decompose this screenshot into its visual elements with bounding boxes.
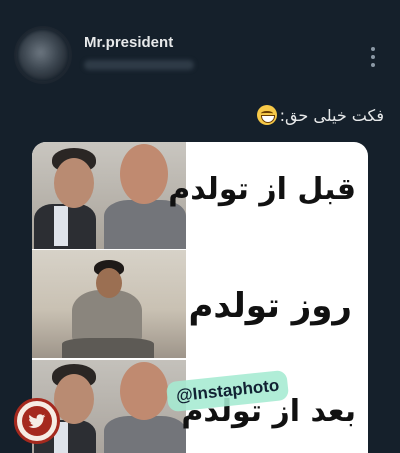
photo-laughing-men-top: [32, 142, 186, 249]
meme-line-before: قبل از تولدم: [168, 172, 356, 207]
figure: [104, 416, 186, 453]
avatar[interactable]: [18, 30, 68, 80]
more-dot: [371, 47, 375, 51]
grinning-sweat-emoji-icon: [256, 105, 277, 125]
caption-text: فکت خیلی حق:: [279, 105, 384, 125]
more-vertical-icon[interactable]: [370, 47, 376, 67]
face: [120, 362, 168, 420]
post-caption: فکت خیلی حق:: [256, 105, 384, 125]
figure: [104, 200, 186, 249]
meme-image[interactable]: قبل از تولدم روز تولدم بعد از تولدم @Ins…: [32, 142, 368, 453]
meme-line-day: روز تولدم: [188, 286, 352, 326]
bird-badge-icon[interactable]: [14, 398, 60, 444]
photo-sitting-man: [32, 250, 186, 358]
more-dot: [371, 63, 375, 67]
face: [96, 268, 122, 298]
username[interactable]: Mr.president: [84, 34, 173, 51]
more-dot: [371, 55, 375, 59]
face: [120, 144, 168, 204]
face: [54, 374, 94, 424]
face: [54, 158, 94, 208]
badge-inner: [22, 406, 52, 436]
post-header: Mr.president: [0, 0, 400, 95]
figure: [54, 206, 68, 246]
figure: [62, 338, 154, 358]
handle-blurred: [84, 60, 194, 70]
bird-icon: [28, 413, 46, 428]
